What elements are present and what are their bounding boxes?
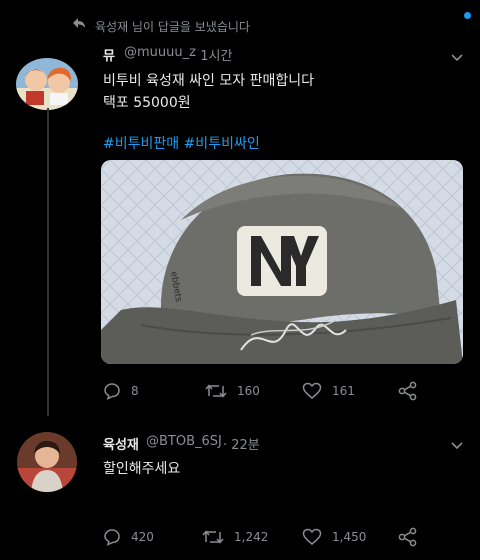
like-action[interactable]: 1,450 <box>302 528 366 546</box>
avatar[interactable] <box>17 432 77 492</box>
comment-icon <box>104 529 120 546</box>
tweet-photo[interactable]: ebbets <box>101 160 463 364</box>
retweet-count: 1,242 <box>234 530 269 544</box>
tweet-timestamp[interactable]: · 1시간 <box>192 45 232 64</box>
share-icon[interactable] <box>398 381 418 401</box>
reply-banner-text: 육성재 님이 답글을 보냈습니다 <box>95 20 250 34</box>
like-count: 1,450 <box>332 530 367 544</box>
reply-action[interactable]: 8 <box>103 382 139 400</box>
tweet-text-line: 택포 55000원 <box>103 95 191 111</box>
chevron-down-icon[interactable] <box>451 54 463 62</box>
thread-line <box>47 108 49 416</box>
tweet-author-handle[interactable]: @muuuu_z <box>124 45 196 60</box>
retweet-action[interactable]: 160 <box>205 382 260 400</box>
retweet-icon <box>202 530 224 544</box>
reply-author-handle[interactable]: @BTOB_6SJ <box>146 434 222 449</box>
comment-icon <box>104 383 120 400</box>
retweet-action[interactable]: 1,242 <box>202 528 268 546</box>
reply-arrow-icon <box>73 18 85 28</box>
reply-text: 할인해주세요 <box>103 461 181 477</box>
chevron-down-icon[interactable] <box>451 442 463 450</box>
reply-count: 8 <box>131 384 139 398</box>
reply-timestamp[interactable]: · 22분 <box>223 434 260 453</box>
reply-count: 420 <box>131 530 154 544</box>
hashtag-links[interactable]: #비투비판매 #비투비싸인 <box>103 133 260 153</box>
heart-icon <box>302 528 322 545</box>
share-icon[interactable] <box>398 527 418 547</box>
like-count: 161 <box>332 384 355 398</box>
retweet-icon <box>205 384 227 398</box>
avatar[interactable] <box>16 58 78 110</box>
heart-icon <box>302 382 322 399</box>
tweet-author-name[interactable]: 뮤 <box>103 45 115 64</box>
reply-author-name[interactable]: 육성재 <box>103 434 139 453</box>
reply-action[interactable]: 420 <box>103 528 154 546</box>
tweet-text-line: 비투비 육성재 싸인 모자 판매합니다 <box>103 73 314 89</box>
retweet-count: 160 <box>237 384 260 398</box>
unread-dot <box>464 12 471 19</box>
like-action[interactable]: 161 <box>302 382 355 400</box>
